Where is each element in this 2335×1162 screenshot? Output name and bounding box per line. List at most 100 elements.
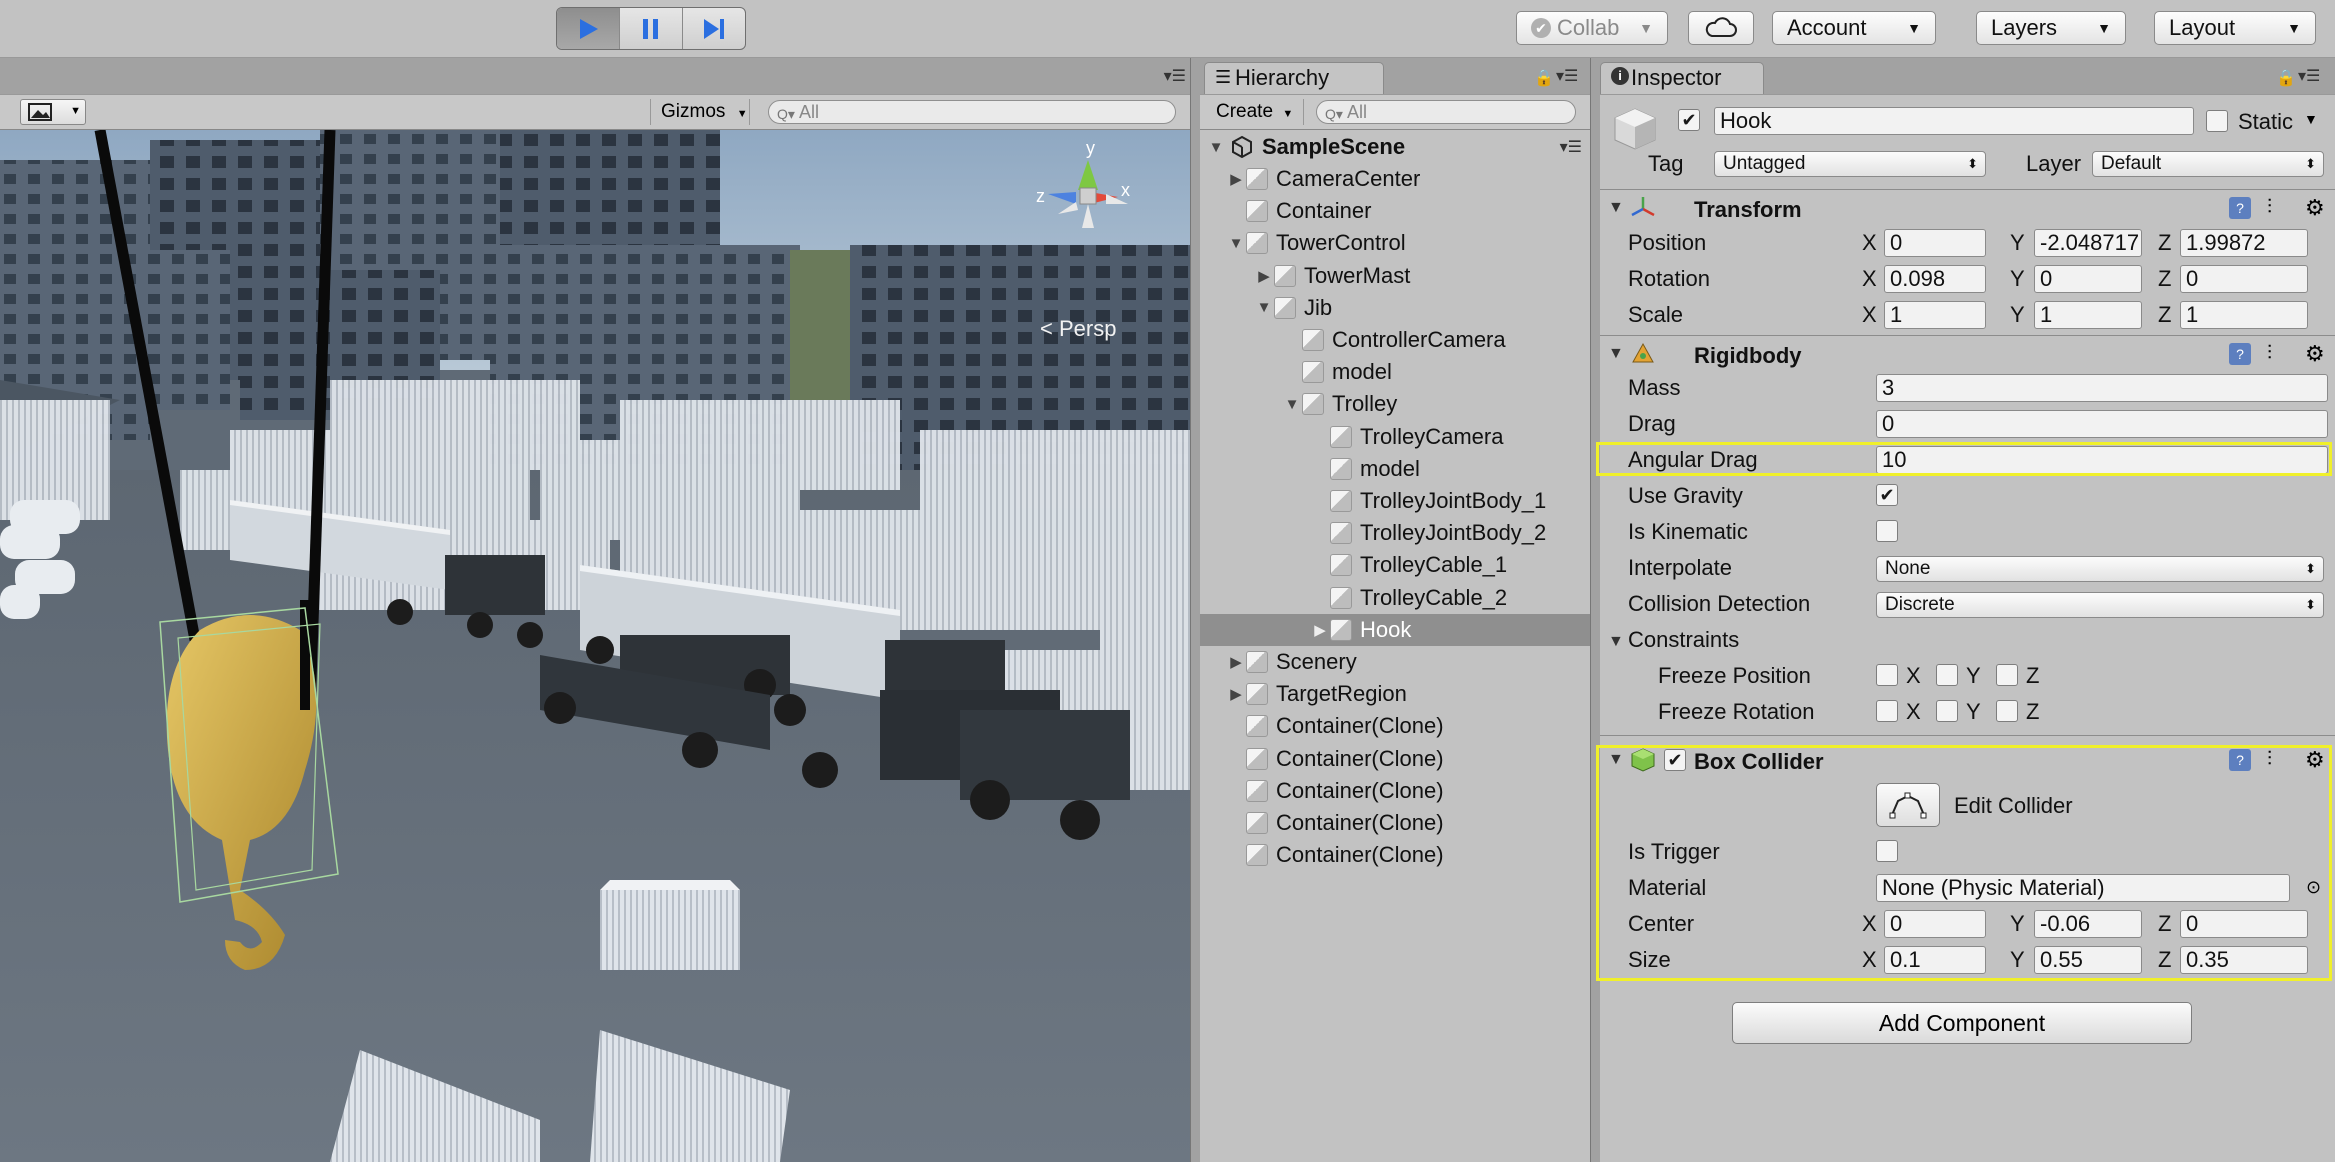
hierarchy-item-towermast[interactable]: ▶ TowerMast <box>1200 260 1590 292</box>
orientation-gizmo[interactable]: y x z <box>1028 138 1168 252</box>
position-y-field[interactable]: -2.048717 <box>2034 229 2142 257</box>
panel-menu-icon[interactable]: ▾☰ <box>1164 66 1186 86</box>
drag-field[interactable]: 0 <box>1876 410 2328 438</box>
gear-icon[interactable]: ⚙ <box>2305 749 2327 771</box>
expand-arrow-icon[interactable]: ▼ <box>1254 299 1274 316</box>
lock-icon[interactable]: 🔒 <box>1534 68 1554 88</box>
freeze-position-y-checkbox[interactable] <box>1936 664 1958 686</box>
account-dropdown[interactable]: Account ▼ <box>1772 11 1936 45</box>
persp-label[interactable]: < Persp <box>1040 316 1116 342</box>
hierarchy-item-trolleyjointbody-2[interactable]: TrolleyJointBody_2 <box>1200 517 1590 549</box>
shading-mode-dropdown[interactable]: ▼ <box>20 99 86 125</box>
active-checkbox[interactable]: ✔ <box>1678 109 1700 131</box>
freeze-position-x-checkbox[interactable] <box>1876 664 1898 686</box>
hierarchy-item-jib[interactable]: ▼ Jib <box>1200 292 1590 324</box>
preset-sliders-icon[interactable]: ⫶ <box>2267 197 2289 219</box>
gear-icon[interactable]: ⚙ <box>2305 197 2327 219</box>
expand-arrow-icon[interactable]: ▼ <box>1226 235 1246 252</box>
tag-dropdown[interactable]: Untagged ⬍ <box>1714 151 1986 177</box>
play-button[interactable] <box>557 8 620 49</box>
static-checkbox[interactable] <box>2206 110 2228 132</box>
collision-detection-dropdown[interactable]: Discrete ⬍ <box>1876 592 2324 618</box>
hierarchy-item-trolleyjointbody-1[interactable]: TrolleyJointBody_1 <box>1200 485 1590 517</box>
box-collider-enabled-checkbox[interactable]: ✔ <box>1664 749 1686 771</box>
interpolate-dropdown[interactable]: None ⬍ <box>1876 556 2324 582</box>
scene-root-row[interactable]: ▼ SampleScene ▾☰ <box>1200 131 1590 163</box>
freeze-rotation-x-checkbox[interactable] <box>1876 700 1898 722</box>
freeze-rotation-z-checkbox[interactable] <box>1996 700 2018 722</box>
mass-field[interactable]: 3 <box>1876 374 2328 402</box>
collapse-arrow-icon[interactable]: ▶ <box>1254 267 1274 285</box>
layout-dropdown[interactable]: Layout ▼ <box>2154 11 2316 45</box>
freeze-rotation-y-checkbox[interactable] <box>1936 700 1958 722</box>
center-y-field[interactable]: -0.06 <box>2034 910 2142 938</box>
position-z-field[interactable]: 1.99872 <box>2180 229 2308 257</box>
hierarchy-item-container-clone[interactable]: Container(Clone) <box>1200 710 1590 742</box>
preset-sliders-icon[interactable]: ⫶ <box>2267 343 2289 365</box>
hierarchy-item-container-clone[interactable]: Container(Clone) <box>1200 775 1590 807</box>
pause-button[interactable] <box>620 8 683 49</box>
hierarchy-item-container-clone[interactable]: Container(Clone) <box>1200 743 1590 775</box>
foldout-arrow-icon[interactable]: ▼ <box>1608 633 1624 651</box>
transform-header[interactable]: ▼ Transform ? ⫶ ⚙ <box>1600 191 2335 227</box>
lock-icon[interactable]: 🔒 <box>2276 68 2296 88</box>
step-button[interactable] <box>683 8 745 49</box>
foldout-arrow-icon[interactable]: ▼ <box>1608 199 1624 217</box>
collapse-arrow-icon[interactable]: ▶ <box>1226 170 1246 188</box>
hierarchy-item-model[interactable]: model <box>1200 356 1590 388</box>
hierarchy-item-towercontrol[interactable]: ▼ TowerControl <box>1200 227 1590 259</box>
create-dropdown[interactable]: Create ▼ <box>1208 99 1304 125</box>
collapse-arrow-icon[interactable]: ▶ <box>1310 621 1330 639</box>
collapse-arrow-icon[interactable]: ▶ <box>1226 685 1246 703</box>
hierarchy-item-trolleycamera[interactable]: TrolleyCamera <box>1200 421 1590 453</box>
rigidbody-header[interactable]: ▼ Rigidbody ? ⫶ ⚙ <box>1600 337 2335 373</box>
scene-search-input[interactable]: Q▾ All <box>768 100 1176 124</box>
center-z-field[interactable]: 0 <box>2180 910 2308 938</box>
hierarchy-item-trolley[interactable]: ▼ Trolley <box>1200 388 1590 420</box>
gizmos-dropdown[interactable]: Gizmos ▼ <box>650 99 750 125</box>
object-picker-icon[interactable]: ⊙ <box>2306 877 2321 898</box>
is-kinematic-checkbox[interactable] <box>1876 520 1898 542</box>
rotation-y-field[interactable]: 0 <box>2034 265 2142 293</box>
scale-z-field[interactable]: 1 <box>2180 301 2308 329</box>
is-trigger-checkbox[interactable] <box>1876 840 1898 862</box>
hierarchy-item-container-clone[interactable]: Container(Clone) <box>1200 839 1590 871</box>
scale-y-field[interactable]: 1 <box>2034 301 2142 329</box>
tab-hierarchy[interactable]: ☰ Hierarchy <box>1204 62 1384 94</box>
panel-menu-icon[interactable]: ▾☰ <box>2298 66 2320 86</box>
size-y-field[interactable]: 0.55 <box>2034 946 2142 974</box>
angular-drag-field[interactable]: 10 <box>1876 446 2328 474</box>
collapse-arrow-icon[interactable]: ▶ <box>1226 653 1246 671</box>
hierarchy-item-hook[interactable]: ▶ Hook <box>1200 613 1590 646</box>
cloud-button[interactable] <box>1688 11 1754 45</box>
hierarchy-item-scenery[interactable]: ▶ Scenery <box>1200 646 1590 678</box>
hierarchy-item-trolleycable-2[interactable]: TrolleyCable_2 <box>1200 582 1590 614</box>
tab-inspector[interactable]: i Inspector <box>1600 62 1764 94</box>
scene-menu-icon[interactable]: ▾☰ <box>1560 137 1582 157</box>
size-z-field[interactable]: 0.35 <box>2180 946 2308 974</box>
static-dropdown-icon[interactable]: ▼ <box>2304 111 2318 127</box>
help-book-icon[interactable]: ? <box>2229 343 2251 365</box>
hierarchy-item-container-clone[interactable]: Container(Clone) <box>1200 807 1590 839</box>
scene-viewport[interactable]: y x z < Persp <box>0 130 1190 1162</box>
rotation-x-field[interactable]: 0.098 <box>1884 265 1986 293</box>
box-collider-header[interactable]: ▼ ✔ Box Collider ? ⫶ ⚙ <box>1600 743 2335 779</box>
material-field[interactable]: None (Physic Material) <box>1876 874 2290 902</box>
use-gravity-checkbox[interactable]: ✔ <box>1876 484 1898 506</box>
hierarchy-item-trolleycable-1[interactable]: TrolleyCable_1 <box>1200 549 1590 581</box>
rotation-z-field[interactable]: 0 <box>2180 265 2308 293</box>
object-name-field[interactable]: Hook <box>1714 107 2194 135</box>
collab-button[interactable]: ✔ Collab ▼ <box>1516 11 1668 45</box>
hierarchy-item-controllercamera[interactable]: ControllerCamera <box>1200 324 1590 356</box>
foldout-arrow-icon[interactable]: ▼ <box>1608 751 1624 769</box>
panel-menu-icon[interactable]: ▾☰ <box>1556 66 1578 86</box>
center-x-field[interactable]: 0 <box>1884 910 1986 938</box>
foldout-arrow-icon[interactable]: ▼ <box>1608 345 1624 363</box>
expand-arrow-icon[interactable]: ▼ <box>1282 396 1302 413</box>
add-component-button[interactable]: Add Component <box>1732 1002 2192 1044</box>
gear-icon[interactable]: ⚙ <box>2305 343 2327 365</box>
expand-arrow-icon[interactable]: ▼ <box>1206 139 1226 156</box>
size-x-field[interactable]: 0.1 <box>1884 946 1986 974</box>
layer-dropdown[interactable]: Default ⬍ <box>2092 151 2324 177</box>
position-x-field[interactable]: 0 <box>1884 229 1986 257</box>
